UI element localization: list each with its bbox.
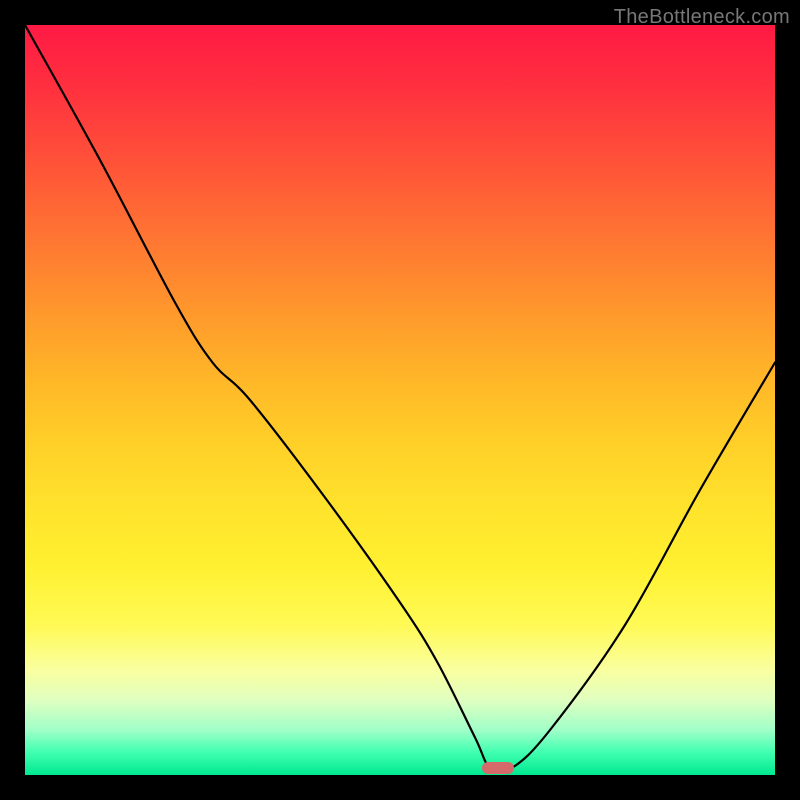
chart-container: TheBottleneck.com: [0, 0, 800, 800]
bottleneck-curve: [25, 25, 775, 775]
optimal-marker: [482, 762, 514, 774]
plot-area: [25, 25, 775, 775]
